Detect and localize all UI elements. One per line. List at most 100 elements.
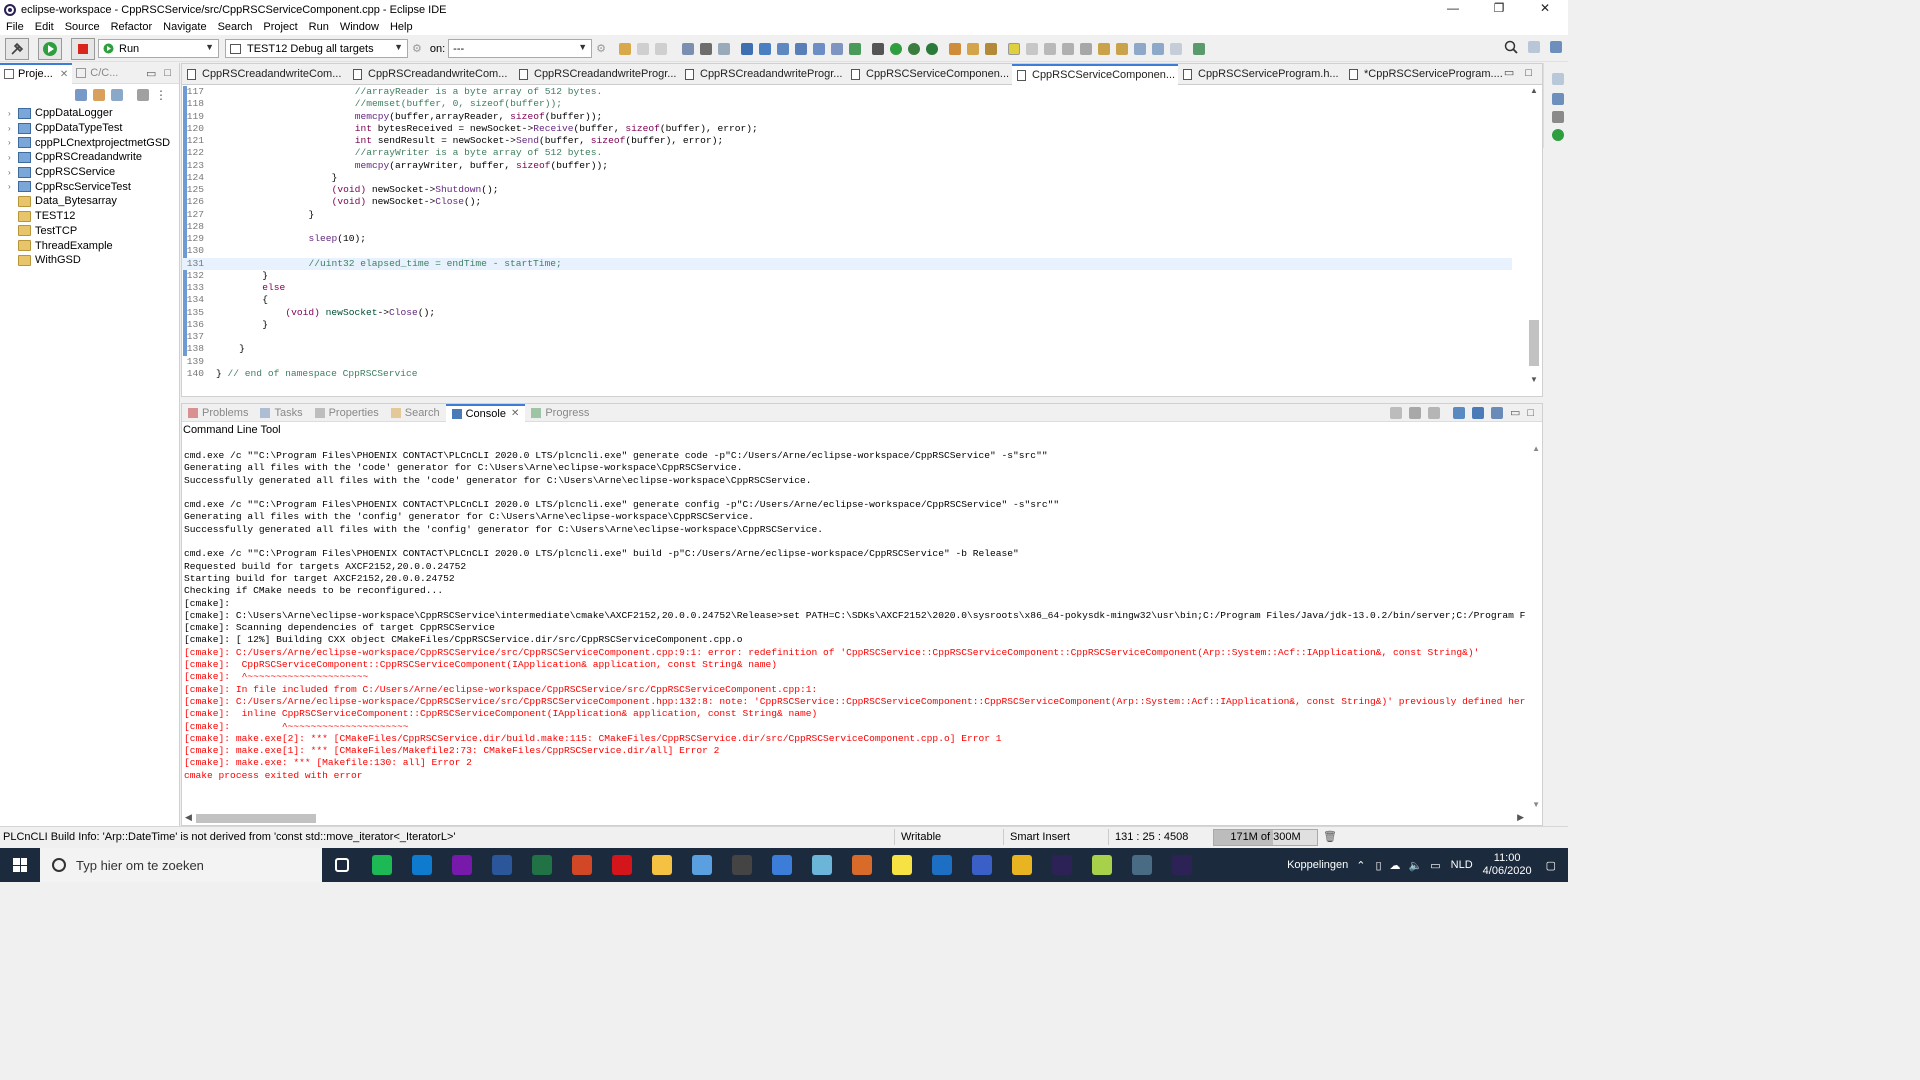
heap-status[interactable]: 171M of 300M bbox=[1213, 829, 1318, 846]
tab-search[interactable]: Search bbox=[385, 404, 446, 422]
taskbar-app-word[interactable] bbox=[482, 848, 522, 882]
menu-source[interactable]: Source bbox=[59, 21, 105, 33]
code-line[interactable]: 122 //arrayWriter is a byte array of 512 … bbox=[182, 147, 1512, 159]
taskbar-app-tia-portal[interactable] bbox=[1122, 848, 1162, 882]
external-tools-icon[interactable] bbox=[926, 42, 939, 55]
next-annotation-icon[interactable] bbox=[1098, 42, 1111, 55]
tree-item[interactable]: › CppDataTypeTest bbox=[0, 121, 179, 136]
search-icon[interactable] bbox=[1504, 40, 1518, 54]
word-wrap-icon[interactable] bbox=[1427, 406, 1440, 419]
tab-cpp-projects[interactable]: C/C... bbox=[72, 63, 122, 84]
editor-tab[interactable]: CppRSCreadandwriteProgr... bbox=[514, 64, 680, 85]
link-with-editor-icon[interactable] bbox=[93, 89, 105, 101]
tree-item[interactable]: TEST12 bbox=[0, 209, 179, 224]
code-line[interactable]: 130 bbox=[182, 245, 1512, 257]
taskbar-app-eclipse-a[interactable] bbox=[1042, 848, 1082, 882]
code-line[interactable]: 139 bbox=[182, 356, 1512, 368]
editor-horizontal-scrollbar[interactable] bbox=[182, 384, 1542, 396]
editor-tab[interactable]: *CppRSCServiceProgram.... bbox=[1344, 64, 1510, 85]
code-line[interactable]: 133 else bbox=[182, 282, 1512, 294]
editor-tab[interactable]: CppRSCreadandwriteCom... bbox=[182, 64, 348, 85]
taskbar-app-app-blue[interactable] bbox=[762, 848, 802, 882]
taskbar-app-powerpoint[interactable] bbox=[562, 848, 602, 882]
include-browser-icon[interactable] bbox=[1552, 111, 1564, 123]
code-line[interactable]: 125 (void) newSocket->Shutdown(); bbox=[182, 184, 1512, 196]
block-selection-icon[interactable] bbox=[1044, 42, 1057, 55]
build-icon[interactable] bbox=[700, 42, 713, 55]
filter-icon[interactable] bbox=[111, 89, 123, 101]
taskbar-app-file-explorer[interactable] bbox=[642, 848, 682, 882]
cloud-icon[interactable]: ☁ bbox=[1390, 859, 1401, 872]
code-line[interactable]: 120 int bytesReceived = newSocket->Receiv… bbox=[182, 123, 1512, 135]
taskbar-app-edge[interactable] bbox=[402, 848, 442, 882]
trash-icon[interactable]: 🗑 bbox=[1323, 830, 1337, 843]
chevron-up-icon[interactable]: ⌃ bbox=[1356, 859, 1365, 872]
scrollbar-thumb[interactable] bbox=[196, 814, 316, 823]
code-line[interactable]: 121 int sendResult = newSocket->Send(buff… bbox=[182, 135, 1512, 147]
new-file-icon[interactable] bbox=[619, 42, 632, 55]
taskbar-app-excel[interactable] bbox=[522, 848, 562, 882]
code-line[interactable]: 126 (void) newSocket->Close(); bbox=[182, 196, 1512, 208]
taskbar-app-acrobat[interactable] bbox=[602, 848, 642, 882]
collapse-all-icon[interactable] bbox=[75, 89, 87, 101]
close-tab-icon[interactable]: ✕ bbox=[511, 408, 519, 419]
build-target-icon[interactable] bbox=[682, 42, 695, 55]
editor-tab[interactable]: CppRSCreadandwriteCom... bbox=[348, 64, 514, 85]
show-whitespace-icon[interactable] bbox=[1080, 42, 1093, 55]
code-line[interactable]: 134 { bbox=[182, 294, 1512, 306]
tree-item[interactable]: Data_Bytesarray bbox=[0, 194, 179, 209]
taskbar-app-calculator[interactable] bbox=[722, 848, 762, 882]
menu-project[interactable]: Project bbox=[257, 21, 302, 33]
code-line[interactable]: 123 memcpy(arrayWriter, buffer, sizeof(bu… bbox=[182, 160, 1512, 172]
view-menu-icon[interactable]: ⋮ bbox=[155, 88, 167, 102]
launch-button[interactable] bbox=[38, 37, 62, 60]
mark-occurrences-icon[interactable] bbox=[1008, 42, 1021, 55]
save-all-icon[interactable] bbox=[655, 42, 668, 55]
taskbar-app-app-shield[interactable] bbox=[962, 848, 1002, 882]
chevron-right-icon[interactable]: › bbox=[8, 124, 18, 133]
chevron-down-icon[interactable]: ▼ bbox=[1532, 800, 1540, 809]
code-line[interactable]: 140} // end of namespace CppRSCService bbox=[182, 368, 1512, 380]
code-text-area[interactable]: 117 //arrayReader is a byte array of 512 … bbox=[182, 86, 1542, 384]
clock[interactable]: 11:00 4/06/2020 bbox=[1483, 852, 1532, 878]
close-icon[interactable]: ✕ bbox=[60, 69, 68, 80]
taskbar-app-media-player[interactable] bbox=[682, 848, 722, 882]
taskbar-app-spotify[interactable] bbox=[362, 848, 402, 882]
minimize-button[interactable]: — bbox=[1430, 0, 1476, 19]
tab-progress[interactable]: Progress bbox=[525, 404, 595, 422]
taskbar-app-app-wave[interactable] bbox=[922, 848, 962, 882]
scroll-lock-icon[interactable] bbox=[1408, 406, 1421, 419]
menu-window[interactable]: Window bbox=[334, 21, 384, 33]
tree-item[interactable]: WithGSD bbox=[0, 253, 179, 268]
launch-configuration-select[interactable]: TEST12 Debug all targets ▼ bbox=[225, 39, 408, 58]
menu-navigate[interactable]: Navigate bbox=[157, 21, 211, 33]
taskbar-app-task-view[interactable] bbox=[322, 848, 362, 882]
volume-icon[interactable]: 🔈 bbox=[1409, 859, 1423, 872]
coverage-icon[interactable] bbox=[908, 42, 921, 55]
target-gear-icon[interactable]: ⚙ bbox=[596, 42, 606, 55]
code-line[interactable]: 124} bbox=[182, 172, 1512, 184]
launch-target-select[interactable]: --- ▼ bbox=[448, 39, 593, 58]
minimize-view-icon[interactable]: ▭ bbox=[146, 67, 156, 80]
tree-item[interactable]: › CppDataLogger bbox=[0, 106, 179, 121]
chevron-right-icon[interactable]: › bbox=[8, 109, 18, 118]
editor-tab[interactable]: CppRSCServiceComponen... bbox=[846, 64, 1012, 85]
code-line[interactable]: 117 //arrayReader is a byte array of 512 … bbox=[182, 86, 1512, 98]
battery-icon[interactable]: ▯ bbox=[1375, 859, 1381, 872]
taskbar-app-sticky-notes[interactable] bbox=[882, 848, 922, 882]
restore-icon[interactable] bbox=[1552, 73, 1564, 85]
tab-tasks[interactable]: Tasks bbox=[254, 404, 308, 422]
open-console-icon[interactable] bbox=[1490, 406, 1503, 419]
taskbar-app-eclipse-b[interactable] bbox=[1162, 848, 1202, 882]
editor-tab[interactable]: CppRSCServiceComponen...✕ bbox=[1012, 63, 1178, 85]
minimize-view-icon[interactable]: ▭ bbox=[1510, 406, 1520, 419]
new-class-icon[interactable] bbox=[795, 42, 808, 55]
pointer-icon[interactable] bbox=[759, 42, 772, 55]
pin-editor-icon[interactable] bbox=[1193, 42, 1206, 55]
tree-item[interactable]: ThreadExample bbox=[0, 238, 179, 253]
outline-icon[interactable] bbox=[1552, 93, 1564, 105]
menu-edit[interactable]: Edit bbox=[29, 21, 59, 33]
language-indicator[interactable]: NLD bbox=[1451, 859, 1473, 871]
back-icon[interactable] bbox=[1134, 42, 1147, 55]
tab-properties[interactable]: Properties bbox=[309, 404, 385, 422]
